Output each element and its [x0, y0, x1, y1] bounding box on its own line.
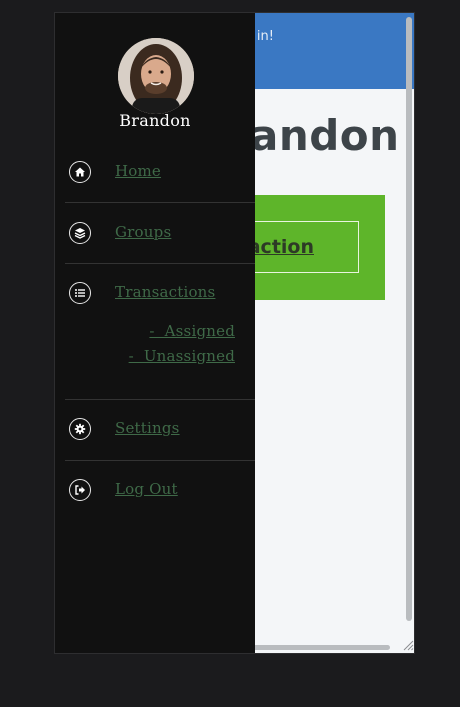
- list-icon: [69, 282, 91, 304]
- home-icon: [69, 161, 91, 183]
- nav-link-groups[interactable]: Groups: [115, 223, 171, 241]
- divider: [65, 202, 255, 203]
- nav-item-groups[interactable]: Groups: [69, 222, 255, 248]
- nav-item-transactions[interactable]: Transactions: [69, 282, 255, 308]
- app-window: andon action Logged in!: [54, 12, 415, 654]
- nav-item-home[interactable]: Home: [69, 161, 255, 187]
- nav-link-home[interactable]: Home: [115, 162, 161, 180]
- profile-name: Brandon: [119, 111, 191, 130]
- layers-icon: [69, 222, 91, 244]
- nav-drawer: Brandon Home Groups Transactions - Assig…: [55, 13, 255, 653]
- nav-subitem-unassigned[interactable]: - Unassigned: [129, 347, 235, 365]
- avatar[interactable]: [118, 38, 194, 114]
- nav-link-settings[interactable]: Settings: [115, 419, 180, 437]
- nav-item-logout[interactable]: Log Out: [69, 479, 255, 505]
- nav-link-logout[interactable]: Log Out: [115, 480, 178, 498]
- resize-grip-icon[interactable]: [402, 639, 414, 651]
- divider: [65, 263, 255, 264]
- user-photo: [118, 38, 194, 114]
- nav-item-settings[interactable]: Settings: [69, 418, 255, 444]
- divider: [65, 460, 255, 461]
- sign-out-icon: [69, 479, 91, 501]
- vertical-scrollbar[interactable]: [406, 17, 412, 621]
- nav-link-transactions[interactable]: Transactions: [115, 283, 215, 301]
- page-heading: andon: [250, 111, 400, 160]
- gear-icon: [69, 418, 91, 440]
- divider: [65, 399, 255, 400]
- nav-subitem-assigned[interactable]: - Assigned: [149, 322, 235, 340]
